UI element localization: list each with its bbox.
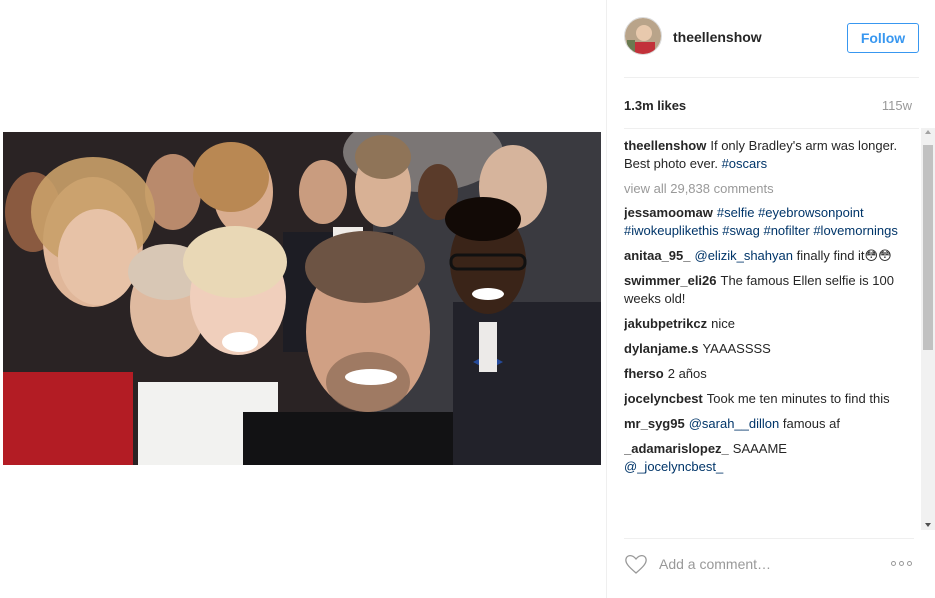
view-all-comments[interactable]: view all 29,838 comments <box>624 180 913 198</box>
left-pane <box>0 0 607 598</box>
comment-text: SAAAME <box>732 441 787 456</box>
caption-hashtag[interactable]: #oscars <box>722 156 768 171</box>
right-pane: theellenshow Follow 1.3m likes 115w thee… <box>607 0 935 598</box>
list-item: fherso 2 años <box>624 365 913 383</box>
selfie-image <box>3 132 601 465</box>
comment-user[interactable]: jakubpetrikcz <box>624 316 707 331</box>
list-item: jessamoomaw #selfie #eyebrowsonpoint #iwo… <box>624 204 913 240</box>
scroll-thumb[interactable] <box>923 145 933 350</box>
comment-user[interactable]: _adamarislopez_ <box>624 441 729 456</box>
comment-mention[interactable]: @elizik_shahyan <box>695 248 793 263</box>
comment-text: YAAASSSS <box>702 341 771 356</box>
comment-user[interactable]: swimmer_eli26 <box>624 273 717 288</box>
comment-text: Took me ten minutes to find this <box>706 391 890 406</box>
list-item: jocelyncbest Took me ten minutes to find … <box>624 390 913 408</box>
comment-user[interactable]: anitaa_95_ <box>624 248 691 263</box>
avatar[interactable] <box>624 17 662 55</box>
add-comment-input[interactable]: Add a comment… <box>659 556 771 572</box>
list-item: jakubpetrikcz nice <box>624 315 913 333</box>
follow-button[interactable]: Follow <box>847 23 919 53</box>
list-item: _adamarislopez_ SAAAME @_jocelyncbest_ <box>624 440 913 476</box>
caption-user[interactable]: theellenshow <box>624 138 706 153</box>
more-options-icon[interactable] <box>891 561 912 566</box>
comments-scrollbar[interactable] <box>921 128 935 530</box>
likes-count[interactable]: 1.3m likes <box>624 98 686 113</box>
comment-user[interactable]: jessamoomaw <box>624 205 713 220</box>
dot <box>907 561 912 566</box>
post-age[interactable]: 115w <box>882 98 912 113</box>
post-username[interactable]: theellenshow <box>673 29 762 45</box>
comment-user[interactable]: dylanjame.s <box>624 341 698 356</box>
scroll-down-arrow-icon[interactable] <box>925 523 931 527</box>
post-footer: Add a comment… <box>624 538 914 588</box>
scroll-up-arrow-icon[interactable] <box>925 130 931 134</box>
dot <box>891 561 896 566</box>
comment-text: nice <box>711 316 735 331</box>
comment-mention[interactable]: @_jocelyncbest_ <box>624 459 723 474</box>
comment-text: finally find it😳😳 <box>796 248 892 263</box>
post-header: theellenshow Follow <box>624 14 919 78</box>
comment-text: 2 años <box>667 366 707 381</box>
dot <box>899 561 904 566</box>
likes-row: 1.3m likes 115w <box>624 98 912 118</box>
comment-text: famous af <box>782 416 840 431</box>
post-photo[interactable] <box>3 132 601 465</box>
list-item: swimmer_eli26 The famous Ellen selfie is … <box>624 272 913 308</box>
list-item: mr_syg95 @sarah__dillon famous af <box>624 415 913 433</box>
caption: theellenshow If only Bradley's arm was lo… <box>624 137 913 173</box>
comment-user[interactable]: fherso <box>624 366 664 381</box>
list-item: anitaa_95_ @elizik_shahyan finally find i… <box>624 247 913 265</box>
comment-user[interactable]: mr_syg95 <box>624 416 685 431</box>
heart-icon[interactable] <box>624 553 648 575</box>
comments-list[interactable]: theellenshow If only Bradley's arm was lo… <box>624 128 919 530</box>
comment-mention[interactable]: @sarah__dillon <box>689 416 780 431</box>
list-item: dylanjame.s YAAASSSS <box>624 340 913 358</box>
comment-user[interactable]: jocelyncbest <box>624 391 703 406</box>
